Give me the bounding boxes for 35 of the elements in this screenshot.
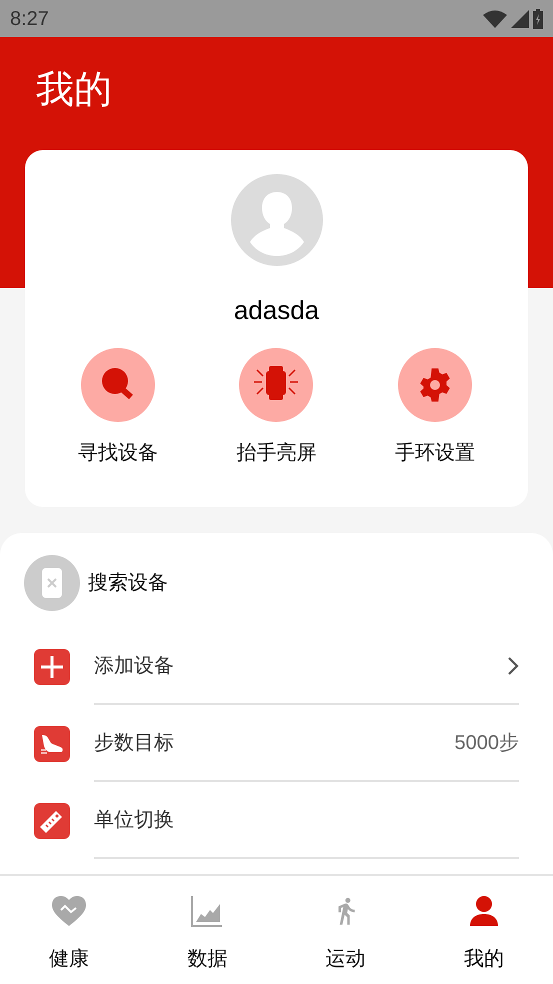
menu-value: 5000步: [454, 730, 519, 756]
watch-icon: [24, 555, 80, 611]
status-time: 8:27: [10, 6, 49, 32]
battery-icon: [533, 8, 543, 28]
menu-item[interactable]: 步数目标 5000步: [0, 705, 553, 782]
plus-icon: [34, 648, 70, 684]
tab-label: 数据: [187, 947, 228, 972]
action-button[interactable]: 抬手亮屏: [211, 348, 342, 466]
menu-label: 单位切换: [94, 808, 175, 832]
menu-item[interactable]: 添加设备: [0, 628, 553, 705]
menu-label: 步数目标: [94, 730, 175, 756]
tab[interactable]: 运动: [276, 876, 415, 984]
avatar-icon: [230, 174, 322, 266]
tab[interactable]: 数据: [138, 876, 276, 984]
action-label: 抬手亮屏: [236, 441, 316, 466]
menu-item[interactable]: 单位切换: [0, 782, 553, 859]
tab-label: 我的: [464, 947, 504, 972]
tab[interactable]: 我的: [414, 876, 553, 984]
tab-label: 健康: [49, 947, 90, 972]
action-label: 寻找设备: [78, 441, 158, 466]
heart-icon: [51, 895, 88, 927]
device-label: 搜索设备: [88, 571, 168, 596]
tab-label: 运动: [326, 947, 366, 972]
chart-icon: [191, 895, 224, 927]
action-button[interactable]: 寻找设备: [53, 348, 184, 466]
signal-icon: [511, 10, 529, 28]
page-title: 我的: [36, 68, 113, 113]
username: adasda: [234, 294, 320, 326]
action-button[interactable]: 手环设置: [370, 348, 500, 466]
action-label: 手环设置: [394, 441, 475, 466]
menu-label: 添加设备: [94, 654, 175, 678]
person-icon: [468, 895, 499, 927]
wifi-icon: [483, 10, 507, 28]
ruler-icon: [34, 802, 70, 838]
tab[interactable]: 健康: [0, 876, 138, 984]
